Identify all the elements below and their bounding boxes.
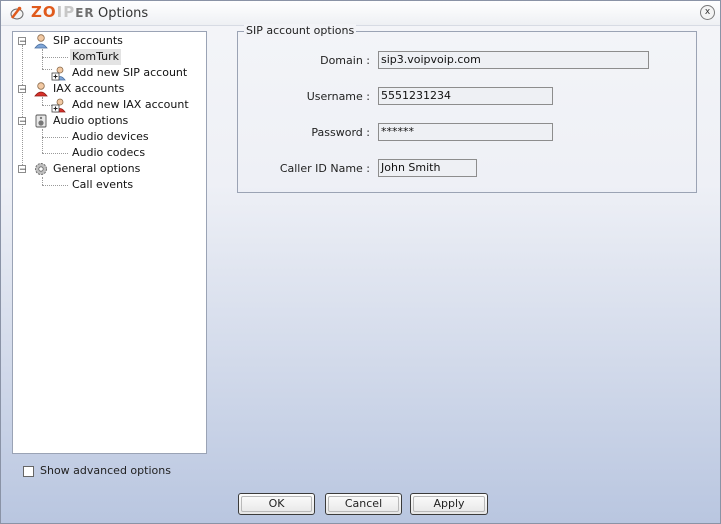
- options-tree[interactable]: − SIP accounts KomTurk Add new SIP accou…: [12, 31, 207, 454]
- window-title: Options: [98, 6, 149, 21]
- caller-id-field[interactable]: John Smith: [378, 159, 477, 177]
- tree-connector: [42, 97, 43, 105]
- group-title: SIP account options: [244, 24, 357, 37]
- apply-button[interactable]: Apply: [410, 493, 488, 515]
- tree-item-komturk[interactable]: KomTurk: [70, 49, 122, 65]
- cancel-button[interactable]: Cancel: [325, 493, 402, 515]
- tree-item-sip-accounts[interactable]: SIP accounts: [53, 33, 123, 49]
- options-window: ZOIPER Options x − SIP accounts KomTurk: [0, 0, 721, 524]
- tree-item-audio-devices[interactable]: Audio devices: [72, 129, 149, 145]
- tree-connector: [42, 129, 43, 153]
- audio-options-expander[interactable]: −: [18, 117, 27, 127]
- brand-logo: ZOIPER: [31, 3, 95, 21]
- zoiper-logo-icon: [10, 6, 24, 20]
- password-label: Password :: [311, 126, 370, 139]
- ok-button-inner: [241, 496, 312, 512]
- tree-connector: [42, 57, 68, 58]
- tree-item-general-options[interactable]: General options: [53, 161, 140, 177]
- brand-part-ip: IP: [56, 3, 76, 21]
- tree-connector: [42, 137, 68, 138]
- gear-icon: [35, 163, 47, 175]
- tree-connector: [42, 153, 68, 154]
- username-label: Username :: [306, 90, 370, 103]
- tree-connector: [22, 45, 23, 171]
- tree-item-call-events[interactable]: Call events: [72, 177, 133, 193]
- ok-button[interactable]: OK: [238, 493, 315, 515]
- apply-button-inner: [413, 496, 485, 512]
- tree-connector: [42, 49, 43, 69]
- tree-item-add-iax-account[interactable]: Add new IAX account: [72, 97, 189, 113]
- cancel-button-inner: [328, 496, 399, 512]
- username-field[interactable]: 5551231234: [378, 87, 553, 105]
- tree-item-audio-options[interactable]: Audio options: [53, 113, 128, 129]
- iax-accounts-icon: [34, 82, 48, 97]
- show-advanced-label[interactable]: Show advanced options: [40, 464, 171, 477]
- tree-item-iax-accounts[interactable]: IAX accounts: [53, 81, 124, 97]
- title-bar[interactable]: ZOIPER Options x: [1, 1, 720, 26]
- sip-accounts-expander[interactable]: −: [18, 37, 27, 47]
- tree-item-add-sip-account[interactable]: Add new SIP account: [72, 65, 187, 81]
- brand-part-zo: ZO: [31, 3, 57, 21]
- domain-field[interactable]: sip3.voipvoip.com: [378, 51, 649, 69]
- add-account-icon: [51, 66, 66, 81]
- brand-part-er: ER: [75, 6, 95, 20]
- password-field[interactable]: ******: [378, 123, 553, 141]
- iax-accounts-expander[interactable]: −: [18, 85, 27, 95]
- general-options-expander[interactable]: −: [18, 165, 27, 175]
- tree-connector: [42, 177, 43, 185]
- show-advanced-checkbox[interactable]: [23, 466, 34, 477]
- close-button[interactable]: x: [700, 5, 715, 20]
- sip-accounts-icon: [34, 34, 48, 49]
- tree-connector: [42, 185, 68, 186]
- add-account-icon: [51, 98, 66, 113]
- tree-item-audio-codecs[interactable]: Audio codecs: [72, 145, 145, 161]
- caller-id-label: Caller ID Name :: [279, 162, 370, 175]
- domain-label: Domain :: [320, 54, 370, 67]
- speaker-icon: [35, 114, 47, 128]
